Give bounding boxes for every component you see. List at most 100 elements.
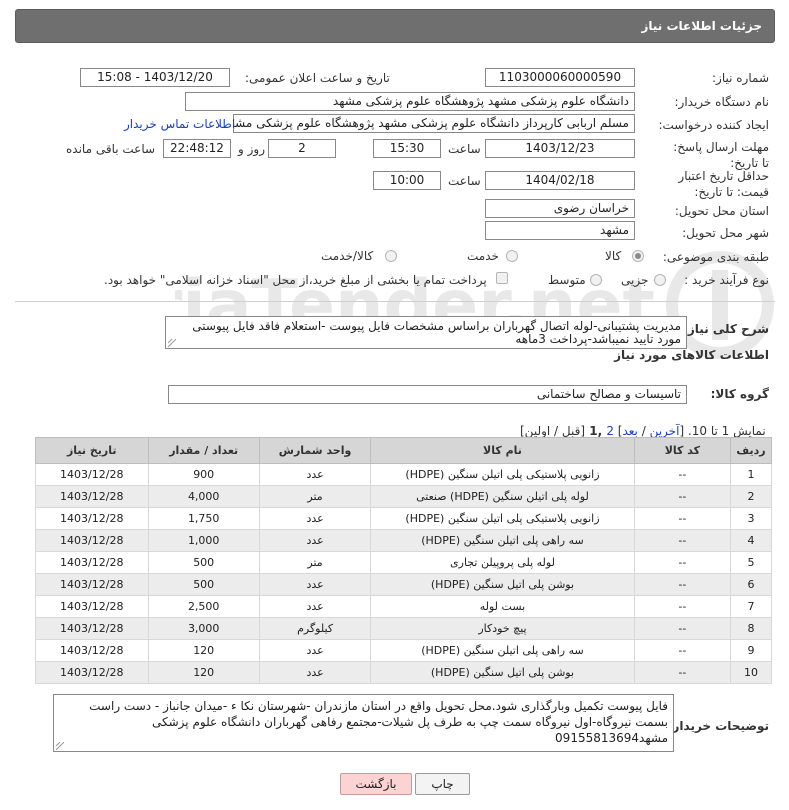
table-row: 5 -- لوله پلی پروپیلن تجاری متر 500 1403/12/2… [35,551,772,574]
days-remaining-field: 2 [268,139,336,158]
cell-row-number: 5 [730,551,772,574]
city-field: مشهد [485,221,635,240]
table-row: 1 -- زانویی پلاستیکی پلی اتیلن سنگین (HDPE… [35,463,772,486]
validity-label: حداقل تاریخ اعتبار قیمت: تا تاریخ: [678,169,769,199]
pagination-last-link[interactable]: آخرین [650,424,680,438]
cell-quantity: 3,000 [147,617,260,640]
cell-item-name: بوشن پلی اتیل سنگین (HDPE) [370,661,635,684]
cell-item-name: بست لوله [370,595,635,618]
cell-quantity: 1,000 [147,529,260,552]
cell-item-code: -- [633,529,732,552]
cell-item-code: -- [633,595,732,618]
cell-quantity: 500 [147,551,260,574]
process-label: نوع فرآیند خرید : [684,273,769,287]
cell-unit: متر [258,485,372,508]
cell-unit: عدد [258,639,372,662]
cell-need-date: 1403/12/28 [35,639,149,662]
cell-quantity: 1,750 [147,507,260,530]
cell-quantity: 2,500 [147,595,260,618]
pagination-sep: / [637,424,650,438]
announce-label: تاریخ و ساعت اعلان عمومی: [245,71,390,85]
col-header-quantity: تعداد / مقدار [147,437,260,464]
province-label: استان محل تحویل: [674,204,769,218]
requester-field: مسلم اربابی کارپرداز دانشگاه علوم پزشکی … [233,114,635,133]
province-field: خراسان رضوی [485,199,635,218]
category-service-radio[interactable] [506,250,518,262]
cell-quantity: 120 [147,639,260,662]
cell-need-date: 1403/12/28 [35,551,149,574]
pagination-suffix: [قبل / اولین] [520,424,586,438]
remaining-time-label: ساعت باقی مانده [66,142,156,156]
cell-item-name: زانویی پلاستیکی پلی اتیلن سنگین (HDPE) [370,507,635,530]
table-row: 9 -- سه راهی پلی اتیلن سنگین (HDPE) عدد 120 1… [35,639,772,662]
cell-row-number: 2 [730,485,772,508]
table-row: 3 -- زانویی پلاستیکی پلی اتیلن سنگین (HDPE… [35,507,772,530]
pagination-current-page: ,1 [585,424,607,438]
cell-unit: عدد [258,463,372,486]
category-goods-radio[interactable] [632,250,644,262]
table-row: 2 -- لوله پلی اتیلن سنگین (HDPE) صنعتی متر 4… [35,485,772,508]
buyer-contact-link[interactable]: اطلاعات تماس خریدار [124,117,235,131]
need-number-field: 1103000060000590 [485,68,635,87]
table-row: 10 -- بوشن پلی اتیل سنگین (HDPE) عدد 120 1403… [35,661,772,684]
cell-quantity: 4,000 [147,485,260,508]
pagination-page-2-link[interactable]: 2 [606,424,614,438]
days-label: روز و [238,142,265,156]
announce-datetime-field: 1403/12/20 - 15:08 [80,68,230,87]
divider [15,301,775,302]
cell-unit: عدد [258,595,372,618]
treasury-payment-checkbox[interactable] [496,272,508,284]
page-title: جزئیات اطلاعات نیاز [641,19,762,33]
deadline-date-field: 1403/12/23 [485,139,635,158]
cell-row-number: 6 [730,573,772,596]
buyer-org-field: دانشگاه علوم پزشکی مشهد پژوهشگاه علوم پز… [185,92,635,111]
treasury-payment-note: پرداخت تمام یا بخشی از مبلغ خرید،از محل … [104,273,487,287]
category-goods-label: کالا [605,249,622,263]
cell-row-number: 8 [730,617,772,640]
col-header-need-date: تاریخ نیاز [35,437,149,464]
summary-textarea: مدیریت پشتیبانی-لوله اتصال گهرباران براس… [165,316,687,349]
process-medium-radio[interactable] [590,274,602,286]
cell-item-name: بوشن پلی اتیل سنگین (HDPE) [370,573,635,596]
resize-handle-icon[interactable] [56,742,64,750]
back-button[interactable]: بازگشت [340,773,412,795]
cell-item-code: -- [633,551,732,574]
table-row: 7 -- بست لوله عدد 2,500 1403/12/28 [35,595,772,618]
cell-item-code: -- [633,639,732,662]
buyer-org-label: نام دستگاه خریدار: [674,95,770,109]
summary-label: شرح کلی نیاز: [683,322,769,336]
col-header-item-name: نام کالا [370,437,635,464]
cell-need-date: 1403/12/28 [35,595,149,618]
buyer-notes-label: توضیحات خریدار: [667,719,769,733]
cell-need-date: 1403/12/28 [35,485,149,508]
cell-unit: کیلوگرم [258,617,372,640]
cell-row-number: 9 [730,639,772,662]
need-number-label: شماره نیاز: [712,71,769,85]
deadline-label: مهلت ارسال پاسخ: تا تاریخ: [673,140,769,170]
cell-need-date: 1403/12/28 [35,573,149,596]
category-service-label: خدمت [467,249,499,263]
category-goods-service-label: کالا/خدمت [321,249,374,263]
process-minor-radio[interactable] [654,274,666,286]
resize-handle-icon[interactable] [168,339,176,347]
process-medium-label: متوسط [548,273,586,287]
cell-quantity: 500 [147,573,260,596]
print-button[interactable]: چاپ [415,773,470,795]
category-goods-service-radio[interactable] [385,250,397,262]
table-header-row: ردیف کد کالا نام کالا واحد شمارش تعداد /… [35,437,772,464]
deadline-time-field: 15:30 [373,139,441,158]
cell-item-name: زانویی پلاستیکی پلی اتیلن سنگین (HDPE) [370,463,635,486]
cell-need-date: 1403/12/28 [35,529,149,552]
cell-item-name: سه راهی پلی اتیلن سنگین (HDPE) [370,529,635,552]
cell-unit: عدد [258,507,372,530]
cell-row-number: 4 [730,529,772,552]
goods-group-label: گروه کالا: [710,387,769,401]
cell-item-code: -- [633,573,732,596]
cell-item-code: -- [633,463,732,486]
pagination-next-link[interactable]: بعد [622,424,637,438]
table-row: 4 -- سه راهی پلی اتیلن سنگین (HDPE) عدد 1,00… [35,529,772,552]
cell-item-name: لوله پلی اتیلن سنگین (HDPE) صنعتی [370,485,635,508]
validity-date-field: 1404/02/18 [485,171,635,190]
cell-item-code: -- [633,617,732,640]
col-header-unit: واحد شمارش [258,437,372,464]
